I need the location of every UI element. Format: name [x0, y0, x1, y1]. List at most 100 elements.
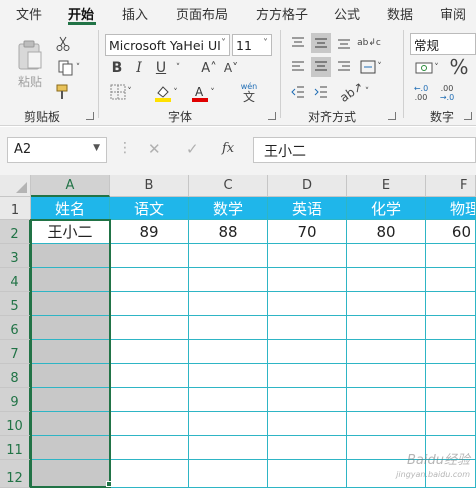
- row-header-3[interactable]: 3: [0, 244, 31, 268]
- drag-handle-icon[interactable]: ⋮: [118, 140, 132, 156]
- empty-cell-c11[interactable]: [189, 436, 268, 460]
- row-header-11[interactable]: 11: [0, 436, 31, 460]
- insert-function-icon[interactable]: fx: [222, 141, 234, 156]
- row-header-5[interactable]: 5: [0, 292, 31, 316]
- tab-fangfang[interactable]: 方方格子: [256, 4, 308, 23]
- empty-cell-c10[interactable]: [189, 412, 268, 436]
- column-header-d[interactable]: D: [268, 175, 347, 197]
- cut-button[interactable]: [53, 34, 73, 54]
- empty-cell-b5[interactable]: [110, 292, 189, 316]
- empty-cell-b3[interactable]: [110, 244, 189, 268]
- empty-cell-f10[interactable]: [426, 412, 476, 436]
- orientation-button[interactable]: ab↗ ˅: [337, 79, 369, 105]
- row-header-4[interactable]: 4: [0, 268, 31, 292]
- empty-cell-f6[interactable]: [426, 316, 476, 340]
- empty-cell-b11[interactable]: [110, 436, 189, 460]
- row-header-1[interactable]: 1: [0, 197, 31, 220]
- empty-cell-c7[interactable]: [189, 340, 268, 364]
- empty-cell-e9[interactable]: [347, 388, 426, 412]
- empty-cell-d6[interactable]: [268, 316, 347, 340]
- empty-cell-b10[interactable]: [110, 412, 189, 436]
- empty-cell-b8[interactable]: [110, 364, 189, 388]
- column-header-e[interactable]: E: [347, 175, 426, 197]
- empty-cell-f4[interactable]: [426, 268, 476, 292]
- column-header-c[interactable]: C: [189, 175, 268, 197]
- decrease-indent-button[interactable]: [288, 82, 308, 102]
- empty-cell-f7[interactable]: [426, 340, 476, 364]
- empty-cell-a8[interactable]: [31, 364, 110, 388]
- empty-cell-d4[interactable]: [268, 268, 347, 292]
- empty-cell-d9[interactable]: [268, 388, 347, 412]
- empty-cell-c3[interactable]: [189, 244, 268, 268]
- border-button[interactable]: ˅: [106, 82, 136, 102]
- font-color-button[interactable]: A ˅: [188, 82, 218, 104]
- empty-cell-c9[interactable]: [189, 388, 268, 412]
- grow-font-button[interactable]: A˄: [198, 58, 220, 78]
- font-name-select[interactable]: Microsoft YaHei UI ˅: [105, 34, 230, 56]
- row-header-7[interactable]: 7: [0, 340, 31, 364]
- decrease-decimal-button[interactable]: .00 →.0: [436, 82, 458, 104]
- empty-cell-b7[interactable]: [110, 340, 189, 364]
- empty-cell-e10[interactable]: [347, 412, 426, 436]
- format-painter-button[interactable]: [53, 82, 73, 102]
- merge-center-button[interactable]: ˅: [356, 57, 386, 77]
- empty-cell-a4[interactable]: [31, 268, 110, 292]
- empty-cell-d8[interactable]: [268, 364, 347, 388]
- column-header-b[interactable]: B: [110, 175, 189, 197]
- empty-cell-b9[interactable]: [110, 388, 189, 412]
- header-cell-physics[interactable]: 物理: [426, 197, 476, 220]
- empty-cell-a6[interactable]: [31, 316, 110, 340]
- empty-cell-b6[interactable]: [110, 316, 189, 340]
- header-cell-english[interactable]: 英语: [268, 197, 347, 220]
- empty-cell-e6[interactable]: [347, 316, 426, 340]
- bold-button[interactable]: B: [108, 58, 126, 78]
- align-right-button[interactable]: [334, 57, 354, 77]
- align-middle-button[interactable]: [311, 33, 331, 53]
- data-cell-d2[interactable]: 70: [268, 220, 347, 244]
- phonetic-guide-button[interactable]: wén 文: [232, 80, 266, 104]
- empty-cell-d10[interactable]: [268, 412, 347, 436]
- column-header-a[interactable]: A: [31, 175, 110, 197]
- empty-cell-d12[interactable]: [268, 460, 347, 488]
- empty-cell-d11[interactable]: [268, 436, 347, 460]
- row-header-6[interactable]: 6: [0, 316, 31, 340]
- increase-indent-button[interactable]: [311, 82, 331, 102]
- header-cell-chinese[interactable]: 语文: [110, 197, 189, 220]
- empty-cell-a5[interactable]: [31, 292, 110, 316]
- row-header-10[interactable]: 10: [0, 412, 31, 436]
- row-header-8[interactable]: 8: [0, 364, 31, 388]
- empty-cell-a12[interactable]: [31, 460, 110, 488]
- tab-data[interactable]: 数据: [387, 4, 413, 23]
- shrink-font-button[interactable]: A˅: [220, 58, 242, 78]
- align-center-button[interactable]: [311, 57, 331, 77]
- empty-cell-d3[interactable]: [268, 244, 347, 268]
- empty-cell-a11[interactable]: [31, 436, 110, 460]
- data-cell-e2[interactable]: 80: [347, 220, 426, 244]
- empty-cell-f8[interactable]: [426, 364, 476, 388]
- empty-cell-c4[interactable]: [189, 268, 268, 292]
- empty-cell-e8[interactable]: [347, 364, 426, 388]
- row-header-2[interactable]: 2: [0, 220, 31, 244]
- number-format-select[interactable]: 常规: [410, 33, 476, 55]
- select-all-button[interactable]: [0, 175, 31, 197]
- font-size-select[interactable]: 11 ˅: [232, 34, 272, 56]
- header-cell-name[interactable]: 姓名: [31, 197, 110, 220]
- font-launcher-icon[interactable]: [268, 112, 276, 120]
- empty-cell-d5[interactable]: [268, 292, 347, 316]
- empty-cell-f3[interactable]: [426, 244, 476, 268]
- data-cell-a2[interactable]: 王小二: [31, 220, 110, 244]
- empty-cell-d7[interactable]: [268, 340, 347, 364]
- empty-cell-b4[interactable]: [110, 268, 189, 292]
- underline-button[interactable]: U: [152, 58, 170, 78]
- empty-cell-c5[interactable]: [189, 292, 268, 316]
- tab-home[interactable]: 开始: [68, 4, 94, 23]
- empty-cell-f9[interactable]: [426, 388, 476, 412]
- empty-cell-a9[interactable]: [31, 388, 110, 412]
- column-header-f[interactable]: F: [426, 175, 476, 197]
- header-cell-math[interactable]: 数学: [189, 197, 268, 220]
- align-top-button[interactable]: [288, 33, 308, 53]
- number-launcher-icon[interactable]: [464, 112, 472, 120]
- empty-cell-a7[interactable]: [31, 340, 110, 364]
- confirm-entry-icon[interactable]: ✓: [186, 140, 199, 158]
- increase-decimal-button[interactable]: ←.0 .00: [410, 82, 432, 104]
